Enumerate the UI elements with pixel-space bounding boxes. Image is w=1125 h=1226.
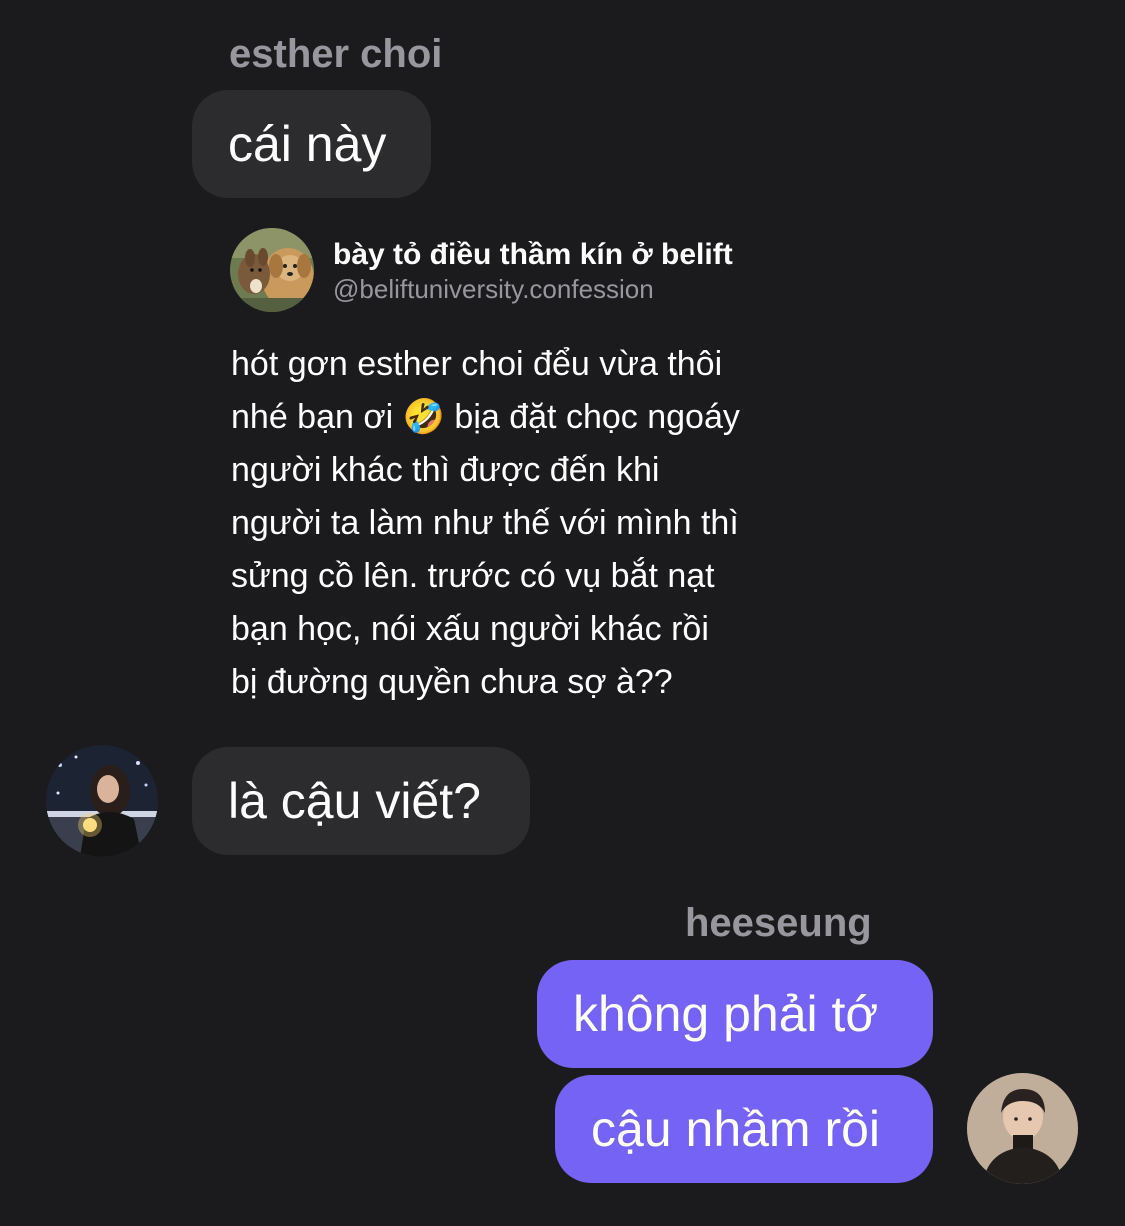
message-bubble-outgoing[interactable]: không phải tớ (537, 960, 933, 1068)
post-caption: hót gơn esther choi đểu vừa thôi nhé bạn… (231, 338, 811, 709)
post-caption-line: bạn học, nói xấu người khác rồi (231, 610, 709, 648)
heeseung-avatar-icon[interactable] (967, 1073, 1078, 1184)
message-bubble-incoming[interactable]: là cậu viết? (192, 747, 530, 855)
post-caption-line: sửng cồ lên. trước có vụ bắt nạt (231, 557, 715, 595)
post-caption-line: nhé bạn ơi 🤣 bịa đặt chọc ngoáy (231, 398, 740, 436)
message-bubble-outgoing[interactable]: cậu nhầm rồi (555, 1075, 933, 1183)
post-caption-line: người khác thì được đến khi (231, 451, 660, 489)
message-bubble-incoming[interactable]: cái này (192, 90, 431, 198)
sender-name-esther: esther choi (229, 32, 443, 76)
post-avatar-icon[interactable] (230, 228, 314, 312)
post-handle[interactable]: @beliftuniversity.confession (333, 274, 654, 305)
sender-name-heeseung: heeseung (685, 901, 872, 945)
post-caption-line: người ta làm như thế với mình thì (231, 504, 739, 542)
post-display-name[interactable]: bày tỏ điều thầm kín ở belift (333, 238, 733, 272)
post-caption-line: hót gơn esther choi đểu vừa thôi (231, 345, 723, 383)
post-caption-line: bị đường quyền chưa sợ à?? (231, 663, 673, 701)
esther-avatar-icon[interactable] (46, 745, 158, 857)
